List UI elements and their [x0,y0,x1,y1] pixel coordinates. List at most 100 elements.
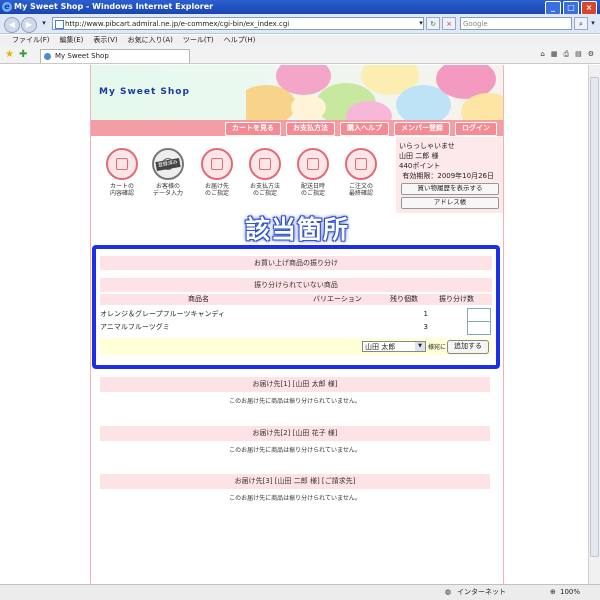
menu-help[interactable]: ヘルプ(H) [224,35,256,46]
assign-bar: 山田 太郎 ▼ 様宛に 追加する [100,338,492,355]
maximize-button[interactable]: □ [563,1,579,15]
member-registration-button[interactable]: メンバー登録 [394,122,450,136]
payment-methods-button[interactable]: お支払方法 [286,122,335,136]
gift-icon [201,148,233,180]
url-field[interactable]: http://www.pibcart.admiral.ne.jp/e-comme… [52,17,424,30]
step-label: お支払方法 のご指定 [249,183,280,197]
assign-qty-input[interactable] [467,321,491,335]
user-points: 440ポイント [399,162,441,170]
close-window-button[interactable]: × [581,1,597,15]
vertical-scrollbar[interactable] [588,65,600,584]
page-menu-icon[interactable]: ▤ [575,50,582,59]
add-button[interactable]: 追加する [447,340,489,354]
status-bar: ◍ インターネット ⊕ 100% [0,584,600,600]
recipient-select[interactable]: 山田 太郎 ▼ [362,341,426,352]
menu-edit[interactable]: 編集(E) [60,35,84,46]
add-favorite-icon[interactable]: ✚ [19,49,27,60]
recent-pages-dropdown[interactable]: ▾ [37,17,51,30]
table-row: オレンジ＆グレープフルーツキャンディ 1 [100,308,492,322]
search-placeholder: Google [463,20,488,28]
forward-button[interactable]: ▶ [21,17,37,33]
user-name: 山田 二郎 様 [399,152,439,160]
remaining-qty: 1 [423,310,428,318]
product-name: オレンジ＆グレープフルーツキャンディ [100,310,225,318]
table-row: アニマルフルーツグミ 3 [100,321,492,335]
col-assign-qty: 振り分け数 [439,295,474,303]
search-input[interactable]: Google [460,17,572,30]
callout-label: 該当箇所 [244,215,349,244]
distribution-title: お買い上げ商品の振り分け [100,256,492,270]
tools-menu-icon[interactable]: ⚙ [588,50,594,59]
scrollbar-thumb[interactable] [590,77,599,557]
user-panel: いらっしゃいませ 山田 二郎 様 440ポイント 有効期限：2009年10月26… [396,137,503,213]
wallet-icon [249,148,281,180]
step-label: ご注文の 最終確認 [348,183,373,197]
destination-section: お届け先[3] [山田 二郎 様] [ご請求先] このお届け先に商品は振り分けら… [100,474,490,502]
url-text: http://www.pibcart.admiral.ne.jp/e-comme… [65,20,290,28]
address-book-button[interactable]: アドレス帳 [401,197,499,209]
menu-bar: ファイル(F) 編集(E) 表示(V) お気に入り(A) ツール(T) ヘルプ(… [0,35,600,46]
page-icon [55,20,64,29]
zone-label: インターネット [457,588,506,596]
back-button[interactable]: ◀ [4,17,20,33]
registered-stamp: 登録済み [155,157,181,172]
col-variation: バリエーション [313,295,362,303]
address-toolbar: ◀ ▶ ▾ http://www.pibcart.admiral.ne.jp/e… [0,14,600,34]
shop-name[interactable]: My Sweet Shop [99,87,190,97]
print-icon[interactable]: ⎙ [563,50,569,59]
menu-file[interactable]: ファイル(F) [12,35,50,46]
shop-header: My Sweet Shop [91,65,503,120]
destination-message: このお届け先に商品は振り分けられていません。 [229,447,361,454]
search-icon[interactable]: ⌕ [574,17,588,30]
product-name: アニマルフルーツグミ [100,323,170,331]
candy-banner-image [246,65,503,120]
minimize-button[interactable]: _ [545,1,561,15]
zoom-level[interactable]: 100% [560,585,580,600]
destination-title: お届け先[3] [山田 二郎 様] [ご請求先] [100,474,490,489]
tab-page-icon [44,53,51,60]
destination-section: お届け先[2] [山田 花子 様] このお届け先に商品は振り分けられていません。 [100,426,490,454]
zoom-icon[interactable]: ⊕ [550,585,556,600]
destination-title: お届け先[2] [山田 花子 様] [100,426,490,441]
tab-title: My Sweet Shop [55,52,109,60]
step-customer-data: 登録済み お客様の データ入力 [148,148,188,197]
truck-icon [297,148,329,180]
view-cart-button[interactable]: カートを見る [225,122,281,136]
unassigned-title: 振り分けられていない商品 [100,278,492,292]
login-button[interactable]: ログイン [455,122,497,136]
stop-icon[interactable]: × [442,17,456,30]
search-options-icon[interactable]: ▾ [588,17,598,30]
recipient-selected: 山田 太郎 [365,343,396,351]
col-remaining: 残り個数 [390,295,418,303]
step-final-confirm: ご注文の 最終確認 [341,148,381,197]
refresh-icon[interactable]: ↻ [426,17,440,30]
cart-icon [106,148,138,180]
purchase-help-button[interactable]: 購入ヘルプ [340,122,389,136]
step-label: カートの 内容確認 [109,183,134,197]
step-label: 配送日時 のご指定 [300,183,325,197]
favorites-star-icon[interactable]: ★ [5,49,14,60]
recipient-suffix: 様宛に [428,344,447,351]
window-titlebar: e My Sweet Shop - Windows Internet Explo… [0,0,600,15]
purchase-history-button[interactable]: 買い物履歴を表示する [401,183,499,195]
window-title: My Sweet Shop - Windows Internet Explore… [14,2,214,11]
destination-message: このお届け先に商品は振り分けられていません。 [229,398,361,405]
points-expiry: 有効期限：2009年10月26日 [402,172,494,180]
destination-section: お届け先[1] [山田 太郎 様] このお届け先に商品は振り分けられていません。 [100,377,490,405]
menu-view[interactable]: 表示(V) [93,35,117,46]
chevron-down-icon: ▼ [415,342,425,351]
step-cart-review: カートの 内容確認 [102,148,142,197]
step-delivery-address: お届け先 のご指定 [197,148,237,197]
step-label: お客様の データ入力 [152,183,183,197]
menu-favorites[interactable]: お気に入り(A) [128,35,173,46]
step-payment-method: お支払方法 のご指定 [245,148,285,197]
feeds-icon[interactable]: ▦ [551,50,558,59]
tab-my-sweet-shop[interactable]: My Sweet Shop [40,49,190,63]
ie-logo-icon: e [2,2,12,12]
home-icon[interactable]: ⌂ [540,50,544,59]
destination-message: このお届け先に商品は振り分けられていません。 [229,495,361,502]
menu-tools[interactable]: ツール(T) [183,35,214,46]
assign-qty-input[interactable] [467,308,491,322]
globe-icon: ◍ [445,588,452,596]
tab-bar: ★ ✚ My Sweet Shop ⌂ ▦ ⎙ ▤ ⚙ [0,46,600,64]
